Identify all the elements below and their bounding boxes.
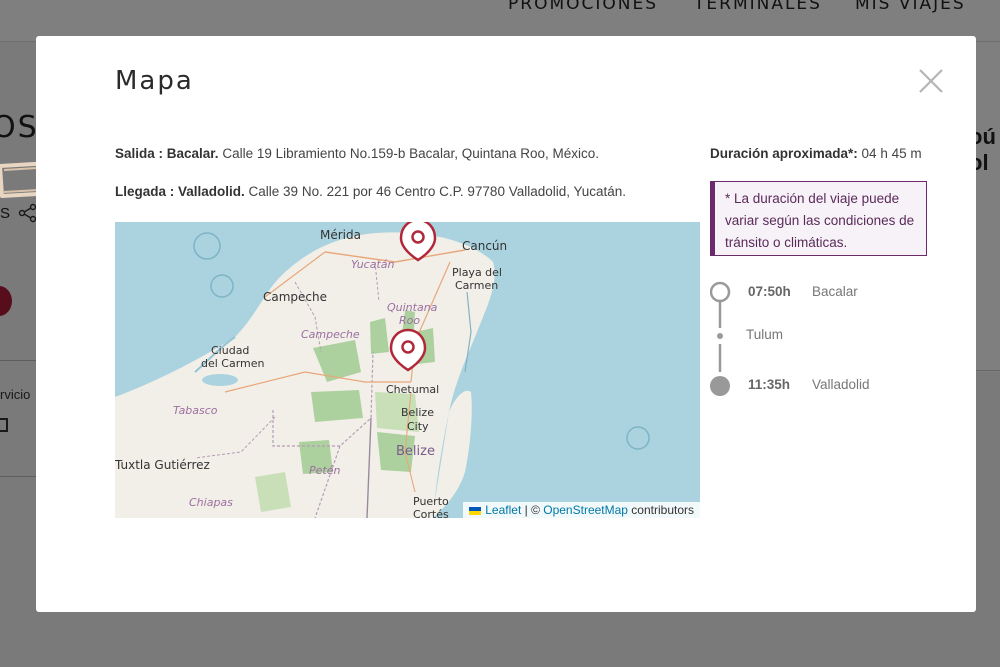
leaflet-link[interactable]: Leaflet <box>485 503 521 517</box>
close-icon[interactable] <box>916 66 946 96</box>
map-label: Tuxtla Gutiérrez <box>115 458 210 472</box>
route-map[interactable]: Mérida Cancún Yucatán Playa del Carmen C… <box>115 222 700 518</box>
openstreetmap-link[interactable]: OpenStreetMap <box>543 503 628 517</box>
map-label: City <box>407 420 429 433</box>
map-label: Mérida <box>320 228 361 242</box>
arrival-city: Valladolid <box>812 377 870 392</box>
map-label: Yucatán <box>351 258 395 271</box>
arrival-label: Llegada : Valladolid. <box>115 184 245 199</box>
duration-label: Duración aproximada*: <box>710 146 858 161</box>
map-label: Roo <box>399 314 420 327</box>
map-label: Belize <box>396 444 435 459</box>
stop-city: Tulum <box>746 327 784 342</box>
duration-info: Duración aproximada*: 04 h 45 m <box>710 146 922 161</box>
departure-address: Calle 19 Libramiento No.159-b Bacalar, Q… <box>218 146 600 161</box>
map-label: Campeche <box>301 328 360 341</box>
map-label: Carmen <box>455 279 498 292</box>
arrival-address: Calle 39 No. 221 por 46 Centro C.P. 9778… <box>244 184 627 199</box>
map-label: Cancún <box>462 239 507 253</box>
stop-dot-icon <box>717 333 723 339</box>
arrival-time: 11:35h <box>748 377 791 392</box>
map-label: Tabasco <box>173 404 218 417</box>
departure-label: Salida : Bacalar. <box>115 146 219 161</box>
close-button[interactable] <box>916 66 946 96</box>
arrival-info: Llegada : Valladolid. Calle 39 No. 221 p… <box>115 184 626 199</box>
origin-dot-icon <box>710 281 731 303</box>
map-label: Chiapas <box>189 496 233 509</box>
departure-city: Bacalar <box>812 284 858 299</box>
map-label: Campeche <box>263 290 327 304</box>
route-timeline: 07:50h Bacalar Tulum 11:35h Valladolid <box>710 280 940 410</box>
map-label: Playa del <box>452 266 502 279</box>
attribution-contributors: contributors <box>627 503 694 517</box>
duration-note: * La duración del viaje puede variar seg… <box>710 181 927 256</box>
map-label: Puerto <box>413 495 449 508</box>
map-label: Belize <box>401 406 434 419</box>
departure-info: Salida : Bacalar. Calle 19 Libramiento N… <box>115 146 599 161</box>
map-label: Cortés <box>413 508 449 518</box>
modal-title: Mapa <box>115 66 194 96</box>
map-label: Chetumal <box>386 383 439 396</box>
departure-time: 07:50h <box>748 284 791 299</box>
ukraine-flag-icon <box>469 506 482 515</box>
map-label: Quintana <box>387 301 438 314</box>
map-attribution: Leaflet | © OpenStreetMap contributors <box>463 502 700 518</box>
destination-dot-icon <box>710 376 730 396</box>
map-modal: Mapa Salida : Bacalar. Calle 19 Libramie… <box>36 36 976 612</box>
attribution-separator: | © <box>521 503 544 517</box>
map-label: del Carmen <box>201 357 265 370</box>
duration-value: 04 h 45 m <box>857 146 922 161</box>
map-label: Ciudad <box>211 344 249 357</box>
map-label: Petén <box>309 464 340 477</box>
timeline-track <box>710 281 731 396</box>
